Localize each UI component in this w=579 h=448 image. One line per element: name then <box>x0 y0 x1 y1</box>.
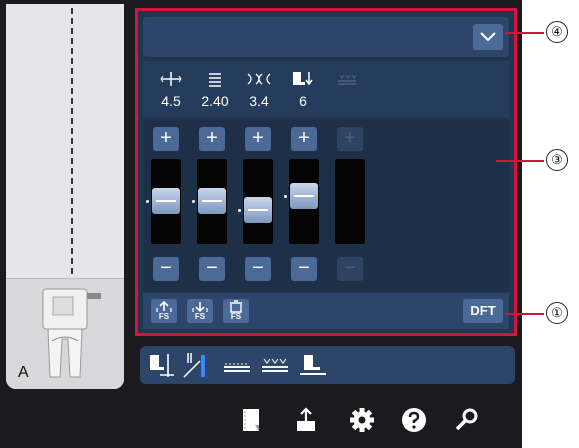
slider-default-marker <box>192 200 195 203</box>
stitch-settings-panel: 4.5 2.40 3.4 6 + + + + + − − − − − FS FS… <box>135 8 517 336</box>
fs-delete-button[interactable]: FS <box>223 299 249 323</box>
chevron-down-icon <box>480 32 496 42</box>
fs-delete-label: FS <box>230 312 242 321</box>
presser-foot-letter: A <box>18 364 29 381</box>
param-foot-pressure: 6 <box>283 69 323 109</box>
notebook-icon <box>243 409 259 431</box>
collapse-button[interactable] <box>473 24 503 50</box>
thread-tension-slider[interactable] <box>243 159 273 244</box>
stitch-length-minus-button[interactable]: − <box>199 257 225 281</box>
adjustment-sliders: + + + + + − − − − − <box>143 119 509 291</box>
callout-line-3 <box>496 160 544 162</box>
help-button[interactable] <box>398 404 430 436</box>
stitch-length-value: 2.40 <box>201 93 229 109</box>
feed-balance-icon <box>338 74 357 85</box>
feed-balance-slider <box>335 159 365 244</box>
function-toolbar <box>140 346 515 384</box>
stitch-width-plus-button[interactable]: + <box>153 127 179 151</box>
stitch-length-plus-button[interactable]: + <box>199 127 225 151</box>
stitch-preview-panel: A <box>6 4 124 389</box>
slider-default-marker <box>284 195 287 198</box>
param-stitch-length: 2.40 <box>195 69 235 109</box>
help-icon <box>402 408 426 432</box>
presser-foot-needle-icon <box>150 354 174 377</box>
slider-knob[interactable] <box>244 197 272 223</box>
slider-knob[interactable] <box>152 188 180 214</box>
foot-height-icon <box>300 355 326 375</box>
slider-default-marker <box>238 209 241 212</box>
foot-pressure-icon <box>293 72 313 86</box>
sewing-machine-screen: A 4.5 2.40 3.4 6 + + + + + − − − − − FS … <box>0 0 522 448</box>
tool-foot-height[interactable] <box>298 350 328 380</box>
callout-3: ③ <box>546 149 568 171</box>
thread-tension-minus-button[interactable]: − <box>245 257 271 281</box>
feed-balance-plus-button: + <box>337 127 363 151</box>
thread-tension-icon <box>247 73 271 85</box>
presser-foot-panel: A <box>6 278 124 389</box>
slider-knob[interactable] <box>290 183 318 209</box>
fs-download-button[interactable]: FS <box>187 299 213 323</box>
param-feed-balance <box>327 69 367 93</box>
feed-balance-minus-button: − <box>337 257 363 281</box>
tool-feed-dogs[interactable] <box>222 350 252 380</box>
panel-header <box>143 17 509 57</box>
feed-dogs-icon <box>224 363 250 372</box>
maintenance-button[interactable] <box>450 404 482 436</box>
fs-upload-button[interactable]: FS <box>151 299 177 323</box>
slider-knob[interactable] <box>198 188 226 214</box>
thread-tension-plus-button[interactable]: + <box>245 127 271 151</box>
callout-line-4 <box>505 32 544 34</box>
thread-tension-value: 3.4 <box>249 93 269 109</box>
callout-line-1 <box>505 313 544 315</box>
stitch-width-value: 4.5 <box>161 93 181 109</box>
stitch-length-icon <box>209 73 221 87</box>
stitch-parameters: 4.5 2.40 3.4 6 <box>143 61 509 117</box>
callout-4: ④ <box>546 21 568 43</box>
wrench-icon <box>455 408 478 431</box>
foot-pressure-value: 6 <box>299 93 307 109</box>
settings-button[interactable] <box>346 404 378 436</box>
stitch-length-slider[interactable] <box>197 159 227 244</box>
param-thread-tension: 3.4 <box>239 69 279 109</box>
foot-pressure-minus-button[interactable]: − <box>291 257 317 281</box>
stitch-width-minus-button[interactable]: − <box>153 257 179 281</box>
manual-button[interactable] <box>236 404 268 436</box>
fs-upload-label: FS <box>158 312 170 321</box>
stitch-width-icon <box>160 72 182 86</box>
feed-balance-icon <box>262 358 288 372</box>
tool-needle-threader[interactable] <box>180 350 210 380</box>
tool-feed-balance[interactable] <box>260 350 290 380</box>
export-button[interactable] <box>290 404 322 436</box>
panel-footer: FS FS FS DFT <box>143 293 509 329</box>
tool-presser-foot-needle[interactable] <box>146 350 176 380</box>
fs-download-label: FS <box>194 312 206 321</box>
foot-pressure-plus-button[interactable]: + <box>291 127 317 151</box>
needle-threader-icon <box>183 353 205 378</box>
callout-1: ① <box>546 302 568 324</box>
default-button[interactable]: DFT <box>463 299 503 323</box>
slider-default-marker <box>146 200 149 203</box>
stitch-width-slider[interactable] <box>151 159 181 244</box>
gear-icon <box>350 408 374 432</box>
param-stitch-width: 4.5 <box>151 69 191 109</box>
upload-icon <box>297 407 315 431</box>
stitch-preview-line <box>71 8 73 274</box>
foot-pressure-slider[interactable] <box>289 159 319 244</box>
